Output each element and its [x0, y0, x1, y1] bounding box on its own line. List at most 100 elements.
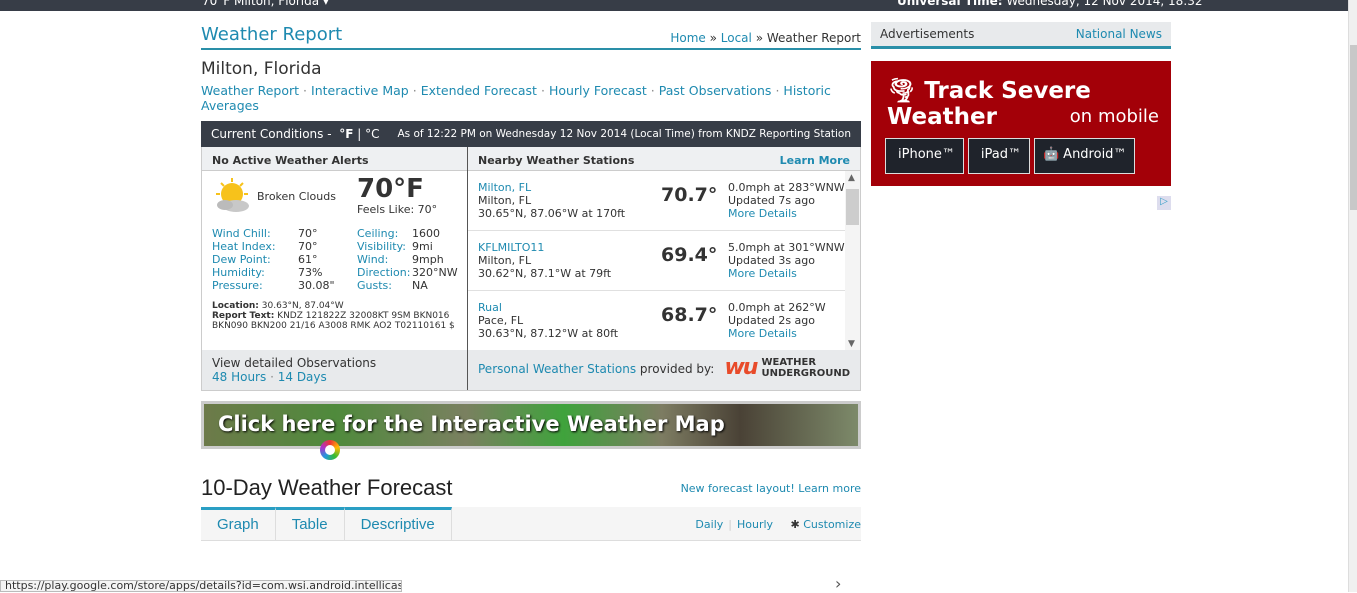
nav-past-observations[interactable]: Past Observations [659, 83, 772, 98]
provided-by: provided by: [639, 362, 715, 376]
station-wind: 0.0mph at 262°W [728, 301, 826, 314]
location-label: Location: [212, 301, 259, 311]
daily-link[interactable]: Daily [695, 518, 723, 531]
mobile-app-ad[interactable]: 🌪 Track Severe Weather on mobile iPhone™… [871, 61, 1171, 186]
alerts-header: No Active Weather Alerts [202, 147, 467, 171]
station-city: Pace, FL [478, 314, 524, 327]
obs-48-hours-link[interactable]: 48 Hours [212, 370, 266, 384]
ads-label: Advertisements [880, 27, 975, 41]
station-city: Milton, FL [478, 194, 532, 207]
nav-hourly-forecast[interactable]: Hourly Forecast [549, 83, 647, 98]
station-name-link[interactable]: Rual [478, 301, 502, 314]
pws-link[interactable]: Personal Weather Stations [478, 362, 636, 376]
station-updated: Updated 2s ago [728, 314, 815, 327]
sidebar: Advertisements National News 🌪 Track Seve… [871, 22, 1171, 186]
stat-value: 30.08" [298, 279, 335, 292]
tab-graph[interactable]: Graph [201, 507, 276, 540]
as-of-text: As of 12:22 PM on Wednesday 12 Nov 2014 … [397, 128, 851, 140]
conditions-label: Current Conditions - [211, 127, 332, 141]
alerts-text: No Active Weather Alerts [212, 154, 369, 167]
pws-footer: Personal Weather Stations provided by: w… [468, 350, 860, 390]
unit-c-toggle[interactable]: °C [365, 127, 379, 141]
observations-box: View detailed Observations 48 Hours · 14 … [202, 350, 467, 390]
page-scrollbar[interactable] [1348, 0, 1357, 592]
scroll-down-icon[interactable]: ▼ [848, 339, 855, 349]
forecast-tabs: Graph Table Descriptive Daily | Hourly ✱ C… [201, 507, 861, 541]
station-wind: 0.0mph at 283°WNW [728, 181, 845, 194]
station-list-scrollbar[interactable]: ▲ ▼ [845, 171, 860, 351]
tab-descriptive[interactable]: Descriptive [344, 507, 452, 540]
station-wind: 5.0mph at 301°WNW [728, 241, 845, 254]
gear-icon: ✱ [790, 518, 800, 531]
stat-label: Heat Index: [212, 240, 276, 253]
ipad-button[interactable]: iPad™ [967, 138, 1030, 174]
stat-label: Pressure: [212, 279, 263, 292]
new-layout-link[interactable]: New forecast layout! Learn more [681, 482, 861, 495]
interactive-map-banner[interactable]: Click here for the Interactive Weather M… [201, 401, 861, 449]
utc-value: Wednesday, 12 Nov 2014, 18:32 [1006, 0, 1203, 8]
more-details-link[interactable]: More Details [728, 267, 797, 280]
nav-interactive-map[interactable]: Interactive Map [311, 83, 409, 98]
page-scrollbar-thumb[interactable] [1350, 45, 1357, 210]
stat-label: Visibility: [357, 240, 407, 253]
utc-label: Universal Time: [897, 0, 1003, 8]
location-value: 30.63°N, 87.04°W [261, 301, 344, 311]
iphone-button[interactable]: iPhone™ [885, 138, 964, 174]
nearby-stations: Nearby Weather Stations Learn More Milton… [468, 147, 860, 390]
station-name-link[interactable]: KFLMILTO11 [478, 241, 544, 254]
unit-sep: | [357, 127, 362, 141]
stat-value: 9mi [412, 240, 433, 253]
scroll-up-icon[interactable]: ▲ [848, 173, 855, 183]
current-conditions: No Active Weather Alerts Broken Clouds 7… [202, 147, 468, 390]
stat-label: Wind: [357, 253, 389, 266]
hourly-link[interactable]: Hourly [737, 518, 773, 531]
stat-label: Dew Point: [212, 253, 271, 266]
stat-label: Humidity: [212, 266, 265, 279]
station-name-link[interactable]: Milton, FL [478, 181, 531, 194]
adchoices-icon[interactable]: ▷ [1157, 196, 1171, 210]
current-conditions-bar: Current Conditions - °F | °C As of 12:22… [201, 121, 861, 147]
chevron-right-icon[interactable]: › [835, 574, 841, 593]
observations-label: View detailed Observations [212, 356, 377, 370]
sub-navigation: Weather Report · Interactive Map · Extended … [201, 83, 831, 113]
more-details-link[interactable]: More Details [728, 327, 797, 340]
scrollbar-thumb[interactable] [846, 189, 859, 225]
condition-description: Broken Clouds [257, 190, 336, 203]
stat-value: NA [412, 279, 428, 292]
city-name: Milton, Florida [201, 59, 322, 79]
station-row: Milton, FL Milton, FL 30.65°N, 87.06°W at … [468, 171, 846, 231]
station-temp: 70.7° [661, 184, 718, 206]
unit-f-toggle[interactable]: °F [339, 127, 353, 141]
conditions-stats: Wind Chill: 70° Ceiling: 1600 Heat Index: 70… [212, 227, 458, 292]
iphone-label: iPhone™ [898, 147, 955, 162]
wu-logo-mark: wu [724, 355, 758, 380]
station-updated: Updated 7s ago [728, 194, 815, 207]
weather-underground-logo[interactable]: wu WEATHER UNDERGROUND [724, 355, 850, 380]
breadcrumb-home[interactable]: Home [670, 31, 705, 45]
location-selector[interactable]: 70°F Milton, Florida ▾ [202, 0, 329, 8]
national-news-link[interactable]: National News [1076, 27, 1162, 41]
nav-weather-report[interactable]: Weather Report [201, 83, 299, 98]
stat-label: Direction: [357, 266, 411, 279]
android-button[interactable]: 🤖 Android™ [1033, 138, 1136, 174]
current-temperature: 70°F [357, 174, 424, 204]
forecast-header: 10-Day Weather Forecast New forecast lay… [201, 475, 861, 501]
site-top-bar: 70°F Milton, Florida ▾ Universal Time: W… [0, 0, 1348, 11]
stat-label: Wind Chill: [212, 227, 271, 240]
android-label: Android™ [1063, 147, 1127, 162]
more-details-link[interactable]: More Details [728, 207, 797, 220]
station-row: Rual Pace, FL 30.63°N, 87.12°W at 80ft 68.7… [468, 291, 846, 351]
sidebar-header: Advertisements National News [871, 22, 1171, 49]
forecast-title: 10-Day Weather Forecast [201, 475, 453, 500]
learn-more-link[interactable]: Learn More [780, 154, 850, 170]
station-coords: 30.63°N, 87.12°W at 80ft [478, 327, 619, 340]
ad-title: Track Severe Weather [887, 78, 1091, 130]
obs-14-days-link[interactable]: 14 Days [278, 370, 327, 384]
breadcrumb-current: Weather Report [766, 31, 861, 45]
nav-extended-forecast[interactable]: Extended Forecast [421, 83, 537, 98]
customize-link[interactable]: Customize [803, 518, 861, 531]
ad-subtitle: on mobile [1069, 106, 1159, 127]
breadcrumb-local[interactable]: Local [721, 31, 752, 45]
android-icon: 🤖 [1042, 147, 1060, 162]
tab-table[interactable]: Table [275, 507, 345, 540]
